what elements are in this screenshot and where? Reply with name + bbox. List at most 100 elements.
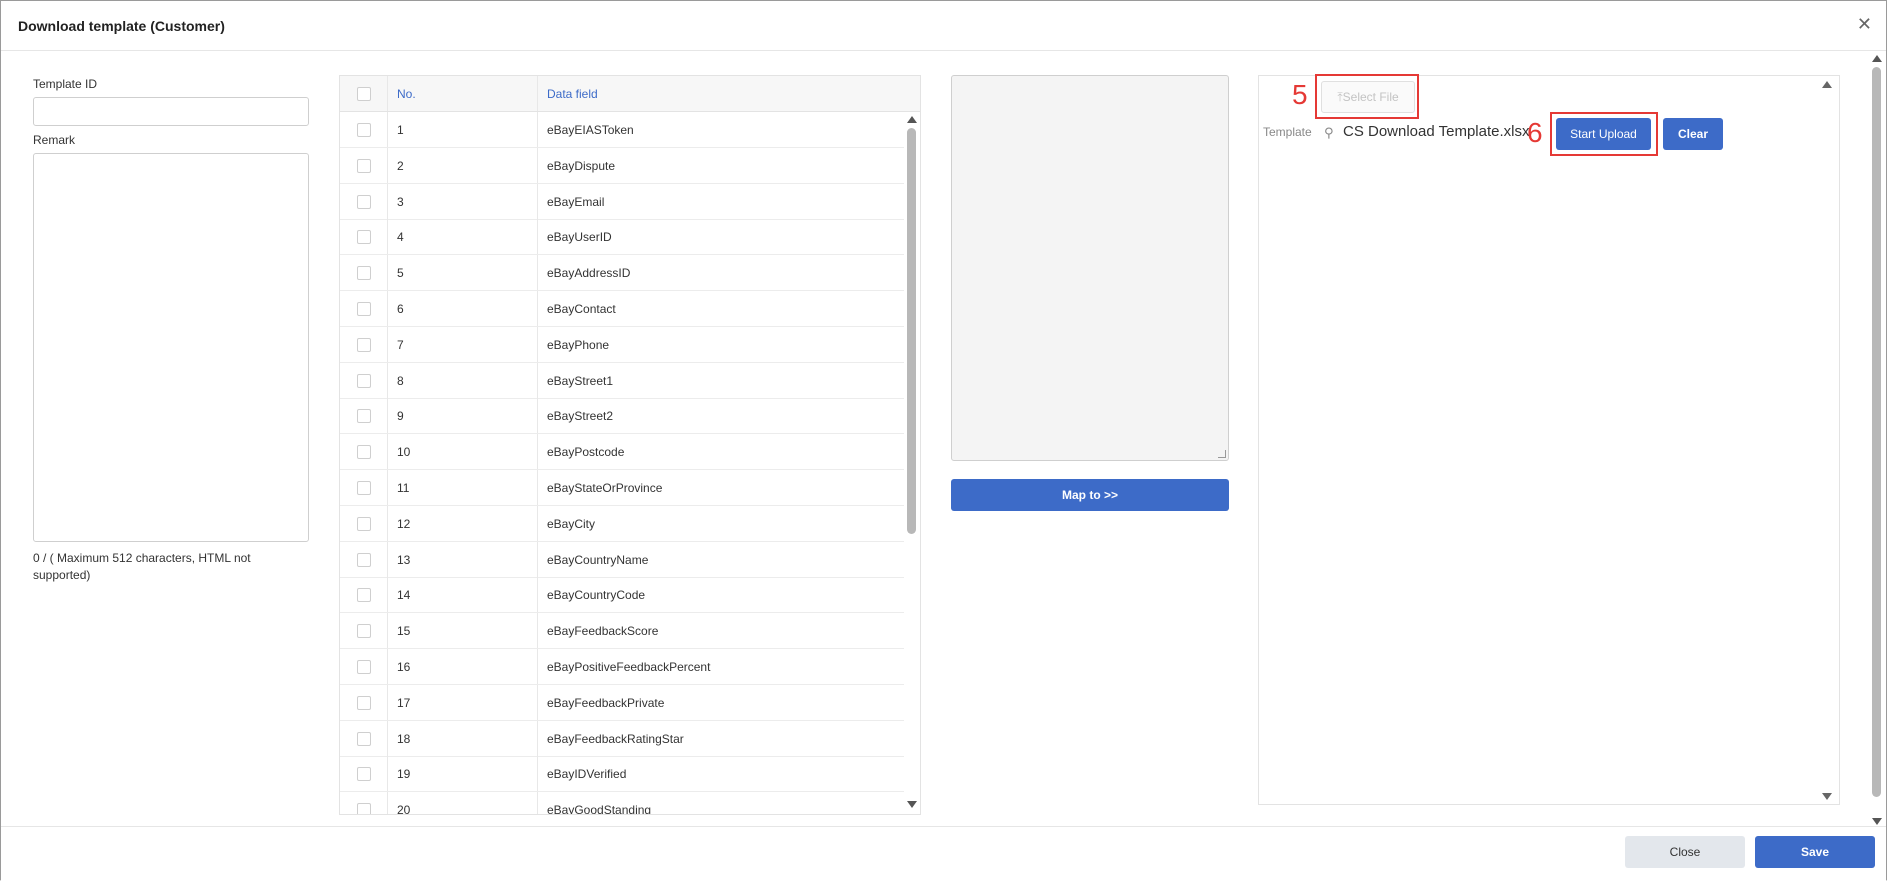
dialog-scroll-up-icon[interactable] (1872, 55, 1882, 62)
row-checkbox[interactable] (357, 803, 371, 814)
row-field-cell: eBayContact (538, 291, 906, 326)
table-row[interactable]: 15 eBayFeedbackScore (340, 613, 906, 650)
row-no-cell: 7 (388, 326, 538, 362)
row-checkbox-cell (340, 577, 388, 613)
scroll-up-arrow-icon[interactable] (907, 116, 917, 123)
table-row[interactable]: 17 eBayFeedbackPrivate (340, 684, 906, 721)
clear-button[interactable]: Clear (1663, 118, 1723, 150)
table-row[interactable]: 6 eBayContact (340, 291, 906, 327)
row-checkbox[interactable] (357, 123, 371, 137)
row-checkbox[interactable] (357, 552, 371, 567)
row-no-cell: 20 (388, 792, 538, 814)
row-field-cell: eBayFeedbackPrivate (538, 685, 906, 720)
table-row[interactable]: 16 eBayPositiveFeedbackPercent (340, 649, 906, 685)
map-to-button[interactable]: Map to >> (951, 479, 1229, 511)
template-id-input[interactable] (33, 97, 309, 126)
table-row[interactable]: 20 eBayGoodStanding (340, 792, 906, 814)
row-no-cell: 12 (388, 505, 538, 541)
row-checkbox[interactable] (357, 194, 371, 209)
start-upload-button[interactable]: Start Upload (1556, 118, 1651, 150)
template-file-link[interactable]: CS Download Template.xlsx (1343, 123, 1529, 140)
table-row[interactable]: 18 eBayFeedbackRatingStar (340, 720, 906, 757)
row-data-field: eBayPositiveFeedbackPercent (547, 660, 711, 674)
row-field-cell: eBayStreet1 (538, 363, 906, 398)
header-data-field[interactable]: Data field (547, 87, 598, 101)
row-checkbox[interactable] (357, 731, 371, 746)
row-data-field: eBayStreet1 (547, 373, 614, 388)
row-checkbox[interactable] (357, 158, 371, 173)
table-row[interactable]: 11 eBayStateOrProvince (340, 470, 906, 506)
row-checkbox[interactable] (357, 767, 371, 782)
row-data-field: eBayCountryCode (547, 588, 646, 603)
row-checkbox-cell (340, 505, 388, 541)
panel-scroll-up-icon[interactable] (1822, 81, 1832, 88)
row-checkbox[interactable] (357, 624, 371, 639)
row-checkbox[interactable] (357, 695, 371, 710)
row-field-cell: eBayFeedbackRatingStar (538, 721, 906, 756)
row-checkbox[interactable] (357, 516, 371, 531)
row-no: 5 (397, 266, 404, 281)
resize-grip-icon[interactable] (1218, 450, 1226, 458)
close-icon[interactable]: ✕ (1857, 14, 1872, 35)
table-row[interactable]: 19 eBayIDVerified (340, 756, 906, 793)
dialog-scrollbar[interactable] (1869, 53, 1885, 825)
row-no-cell: 1 (388, 112, 538, 147)
row-data-field: eBayIDVerified (547, 767, 627, 782)
select-file-button[interactable]: ⤒Select File (1321, 81, 1415, 113)
table-row[interactable]: 7 eBayPhone (340, 326, 906, 363)
table-row[interactable]: 8 eBayStreet1 (340, 362, 906, 399)
row-checkbox[interactable] (357, 337, 371, 352)
table-row[interactable]: 4 eBayUserID (340, 219, 906, 256)
table-row[interactable]: 10 eBayPostcode (340, 434, 906, 471)
panel-scroll-down-icon[interactable] (1822, 793, 1832, 800)
row-checkbox-cell (340, 470, 388, 505)
row-checkbox-cell (340, 434, 388, 470)
dialog-scroll-down-icon[interactable] (1872, 818, 1882, 825)
table-scrollbar[interactable] (904, 112, 920, 814)
row-checkbox[interactable] (357, 373, 371, 388)
row-no: 13 (397, 552, 411, 567)
remark-textarea[interactable] (33, 153, 309, 542)
row-checkbox[interactable] (357, 588, 371, 603)
table-row[interactable]: 9 eBayStreet2 (340, 398, 906, 435)
step-6-annotation: 6 (1527, 117, 1543, 148)
row-no-cell: 11 (388, 470, 538, 505)
table-row[interactable]: 2 eBayDispute (340, 147, 906, 184)
row-checkbox[interactable] (357, 481, 371, 495)
row-checkbox[interactable] (357, 302, 371, 316)
row-no: 10 (397, 445, 411, 460)
scrollbar-thumb[interactable] (907, 128, 916, 534)
row-checkbox[interactable] (357, 445, 371, 460)
row-checkbox-cell (340, 112, 388, 147)
row-checkbox[interactable] (357, 230, 371, 245)
row-field-cell: eBayPhone (538, 327, 906, 362)
scroll-down-arrow-icon[interactable] (907, 801, 917, 808)
table-row[interactable]: 13 eBayCountryName (340, 541, 906, 578)
table-row[interactable]: 5 eBayAddressID (340, 255, 906, 292)
table-row[interactable]: 3 eBayEmail (340, 183, 906, 220)
row-no: 8 (397, 373, 404, 388)
row-checkbox[interactable] (357, 409, 371, 424)
close-button[interactable]: Close (1625, 836, 1745, 868)
mapped-fields-textarea[interactable] (951, 75, 1229, 461)
row-field-cell: eBayIDVerified (538, 756, 906, 791)
select-file-label: Select File (1342, 90, 1399, 104)
row-no: 12 (397, 516, 411, 531)
row-field-cell: eBayAddressID (538, 255, 906, 290)
row-data-field: eBayContact (547, 302, 616, 316)
table-row[interactable]: 1 eBayEIASToken (340, 112, 906, 148)
table-row[interactable]: 14 eBayCountryCode (340, 577, 906, 614)
row-checkbox[interactable] (357, 660, 371, 674)
download-template-dialog: Download template (Customer) ✕ Template … (0, 0, 1887, 881)
row-no: 1 (397, 123, 404, 137)
row-data-field: eBayPhone (547, 337, 610, 352)
table-row[interactable]: 12 eBayCity (340, 505, 906, 542)
row-checkbox[interactable] (357, 266, 371, 281)
dialog-scrollbar-thumb[interactable] (1872, 67, 1881, 797)
header-no[interactable]: No. (397, 87, 416, 101)
row-no-cell: 8 (388, 362, 538, 398)
save-button[interactable]: Save (1755, 836, 1875, 868)
select-all-checkbox[interactable] (357, 87, 371, 101)
row-no: 17 (397, 695, 411, 710)
row-field-cell: eBayEIASToken (538, 112, 906, 147)
